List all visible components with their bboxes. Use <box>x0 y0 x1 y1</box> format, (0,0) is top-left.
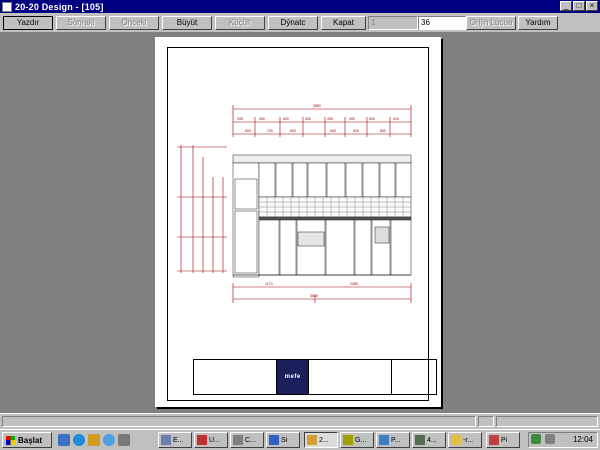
logo-text: mefe <box>284 374 301 380</box>
page-number-field[interactable]: 1 <box>368 16 418 30</box>
system-tray: 12:04 <box>528 432 598 448</box>
help-button[interactable]: Yardım <box>518 16 558 30</box>
next-page-button[interactable]: Sonraki <box>56 16 106 30</box>
svg-text:510: 510 <box>393 117 399 121</box>
svg-text:450: 450 <box>259 117 265 121</box>
kitchen-elevation-drawing: 3550 495 450 600 300 495 450 600 510 600 700 60… <box>177 104 412 303</box>
task-label: Pi <box>501 436 508 444</box>
explorer-quicklaunch-icon[interactable] <box>118 434 130 446</box>
title-block-project <box>392 360 436 394</box>
svg-text:2380: 2380 <box>350 282 358 286</box>
task-button-9[interactable]: -r... <box>448 432 482 448</box>
preview-area: 3550 495 450 600 300 495 450 600 510 600 700 60… <box>0 33 600 413</box>
svg-text:1170: 1170 <box>265 282 273 286</box>
mail-quicklaunch-icon[interactable] <box>88 434 100 446</box>
svg-text:495: 495 <box>327 117 333 121</box>
paint-icon <box>489 435 499 445</box>
svg-text:495: 495 <box>237 117 243 121</box>
task-label: U... <box>209 436 220 444</box>
task-label: E... <box>173 436 184 444</box>
zoom-out-button[interactable]: Küçült <box>215 16 265 30</box>
task-button-3[interactable]: C... <box>230 432 264 448</box>
origin-button[interactable]: Orijin Lucua <box>466 16 516 30</box>
svg-text:700: 700 <box>267 129 273 133</box>
task-label: C... <box>245 436 256 444</box>
status-bar <box>0 413 600 429</box>
app-g-icon <box>343 435 353 445</box>
svg-text:500: 500 <box>330 129 336 133</box>
volume-icon[interactable] <box>545 434 555 444</box>
task-button-6[interactable]: G... <box>340 432 374 448</box>
settings-button[interactable]: Dýnatc <box>268 16 318 30</box>
design-app-icon <box>307 435 317 445</box>
svg-text:300: 300 <box>305 117 311 121</box>
window-controls: _ □ × <box>560 1 598 11</box>
app-icon <box>2 1 12 12</box>
svg-text:3550: 3550 <box>313 104 321 108</box>
task-label: P... <box>391 436 401 444</box>
svg-text:450: 450 <box>349 117 355 121</box>
task-button-10[interactable]: Pi <box>486 432 520 448</box>
task-button-2[interactable]: U... <box>194 432 228 448</box>
desktop-quicklaunch-icon[interactable] <box>58 434 70 446</box>
minimize-icon[interactable]: _ <box>560 1 572 11</box>
close-icon[interactable]: × <box>586 1 598 11</box>
print-preview-toolbar: Yazdır Sonraki Önceki Büyüt Küçült Dýnat… <box>0 13 600 33</box>
folder-icon <box>451 435 461 445</box>
browser-quicklaunch-icon[interactable] <box>73 434 85 446</box>
title-block-notes <box>194 360 278 394</box>
app-v-icon <box>197 435 207 445</box>
window-title: 20-20 Design - [105] <box>15 1 104 12</box>
cad-icon <box>233 435 243 445</box>
windows-logo-icon <box>6 435 15 445</box>
task-label: 4... <box>427 436 437 444</box>
status-field-right <box>496 416 598 427</box>
paper-page: 3550 495 450 600 300 495 450 600 510 600 700 60… <box>155 37 441 407</box>
close-preview-button[interactable]: Kapat <box>321 16 366 30</box>
svg-text:600: 600 <box>283 117 289 121</box>
zoom-in-button[interactable]: Büyüt <box>162 16 212 30</box>
status-field-main <box>2 416 476 427</box>
drawing-title-block: mefe <box>193 359 437 395</box>
svg-text:3550: 3550 <box>310 294 318 298</box>
start-label: Başlat <box>18 435 43 445</box>
task-button-4[interactable]: Si <box>266 432 300 448</box>
svg-text:600: 600 <box>290 129 296 133</box>
zoom-percent-field[interactable]: 36 <box>418 16 466 30</box>
start-button[interactable]: Başlat <box>2 432 52 448</box>
task-button-8[interactable]: 4... <box>412 432 446 448</box>
task-label: -r... <box>463 436 474 444</box>
company-logo: mefe <box>277 360 310 394</box>
svg-text:600: 600 <box>380 129 386 133</box>
status-field-small <box>478 416 494 427</box>
prev-page-button[interactable]: Önceki <box>109 16 159 30</box>
maximize-icon[interactable]: □ <box>573 1 585 11</box>
clock[interactable]: 12:04 <box>573 435 593 444</box>
tool-icon <box>269 435 279 445</box>
window-icon <box>161 435 171 445</box>
task-label: Si <box>281 436 288 444</box>
svg-text:600: 600 <box>353 129 359 133</box>
task-label: G... <box>355 436 367 444</box>
app-4-icon <box>415 435 425 445</box>
kitchen-cabinets <box>232 154 412 278</box>
svg-text:600: 600 <box>245 129 251 133</box>
print-button[interactable]: Yazdır <box>3 16 53 30</box>
svg-text:600: 600 <box>369 117 375 121</box>
taskbar: Başlat E... U... C... Si 2... G... P... … <box>0 429 600 450</box>
task-button-1[interactable]: E... <box>158 432 192 448</box>
task-label: 2... <box>319 436 329 444</box>
media-quicklaunch-icon[interactable] <box>103 434 115 446</box>
task-button-2020-active[interactable]: 2... <box>304 432 338 448</box>
title-bar: 20-20 Design - [105] _ □ × <box>0 0 600 13</box>
network-tray-icon[interactable] <box>531 434 541 444</box>
task-button-7[interactable]: P... <box>376 432 410 448</box>
app-p-icon <box>379 435 389 445</box>
title-block-description <box>309 360 393 394</box>
